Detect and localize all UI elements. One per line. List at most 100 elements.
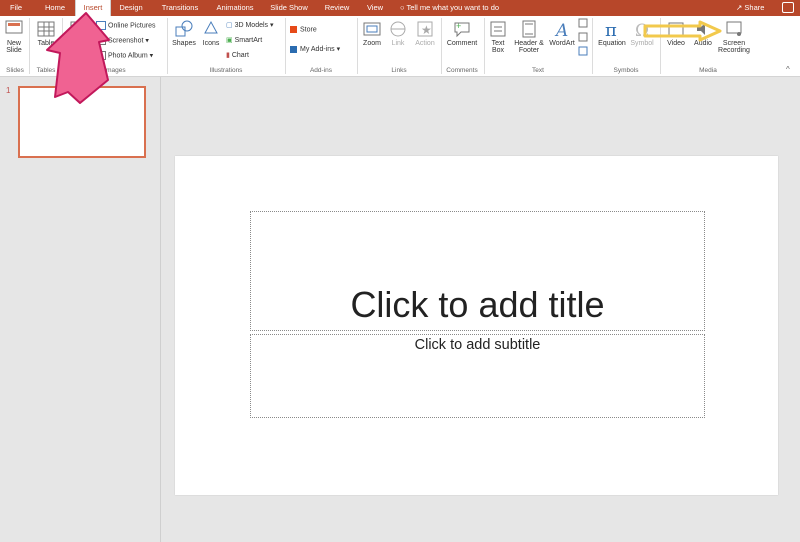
group-links-label: Links xyxy=(391,67,407,74)
addins-icon xyxy=(290,45,297,53)
screenshot-button[interactable]: Screenshot ▾ xyxy=(96,36,149,45)
separator xyxy=(357,18,358,74)
ribbon-tab-bar: File Home Insert Design Transitions Anim… xyxy=(0,0,800,17)
title-placeholder[interactable]: Click to add title xyxy=(250,211,705,331)
svg-text:A: A xyxy=(554,21,568,39)
comment-button[interactable]: + Comment xyxy=(444,19,480,47)
group-slides-label: Slides xyxy=(6,67,24,74)
audio-button[interactable]: Audio xyxy=(690,19,716,47)
tab-review[interactable]: Review xyxy=(320,0,354,16)
new-slide-icon xyxy=(5,20,23,34)
wordart-icon: A xyxy=(554,21,568,39)
slide-thumbnail[interactable] xyxy=(18,86,146,158)
collapse-ribbon-icon[interactable]: ^ xyxy=(786,65,790,74)
table-button[interactable]: Table xyxy=(33,19,59,47)
online-pictures-button[interactable]: Online Pictures xyxy=(96,21,155,30)
chart-icon: ▮ xyxy=(226,52,230,59)
online-pictures-icon xyxy=(96,21,106,30)
action-button[interactable]: ★ Action xyxy=(412,19,438,47)
share-icon: ↗ xyxy=(736,3,743,12)
store-button[interactable]: Store xyxy=(290,26,317,33)
comment-icon: + xyxy=(454,21,470,38)
chevron-down-icon: ▾ xyxy=(147,52,154,60)
online-pictures-label: Online Pictures xyxy=(108,22,156,30)
subtitle-placeholder-text: Click to add subtitle xyxy=(414,337,541,353)
table-label: Table xyxy=(37,40,55,47)
header-footer-button[interactable]: Header & Footer xyxy=(512,19,546,54)
symbol-button[interactable]: Ω Symbol xyxy=(628,19,656,47)
lightbulb-icon: ○ xyxy=(400,3,405,12)
screenshot-label: Screenshot xyxy=(108,37,144,45)
shapes-button[interactable]: Shapes xyxy=(170,19,198,47)
link-label: Link xyxy=(391,40,405,47)
slide-canvas: Click to add title Click to add subtitle xyxy=(175,156,778,495)
tell-me-text: Tell me what you want to do xyxy=(406,3,500,12)
tell-me-search[interactable]: ○ Tell me what you want to do xyxy=(400,0,499,16)
tab-design[interactable]: Design xyxy=(114,0,148,16)
zoom-button[interactable]: Zoom xyxy=(360,19,384,47)
icons-icon xyxy=(204,20,218,34)
wordart-label: WordArt xyxy=(549,40,575,47)
store-icon xyxy=(290,26,297,33)
tab-animations[interactable]: Animations xyxy=(210,0,260,16)
globe-link-icon xyxy=(390,21,406,37)
equation-button[interactable]: π Equation xyxy=(596,19,628,47)
shapes-label: Shapes xyxy=(172,40,196,47)
separator xyxy=(660,18,661,74)
comment-label: Comment xyxy=(446,40,478,47)
chevron-down-icon: ▾ xyxy=(334,46,341,53)
tab-view[interactable]: View xyxy=(360,0,390,16)
title-placeholder-text: Click to add title xyxy=(350,284,605,325)
slide-thumbnail-pane: 1 xyxy=(0,77,161,542)
tab-slide-show[interactable]: Slide Show xyxy=(266,0,312,16)
text-box-icon xyxy=(490,21,506,37)
subtitle-placeholder[interactable]: Click to add subtitle xyxy=(250,334,705,418)
3d-models-label: 3D Models xyxy=(234,22,269,29)
photo-album-button[interactable]: Photo Album ▾ xyxy=(96,51,153,60)
zoom-icon xyxy=(363,22,381,36)
share-button[interactable]: ↗ Share xyxy=(736,0,764,16)
star-action-icon: ★ xyxy=(417,21,433,37)
my-addins-label: My Add-ins xyxy=(300,46,335,53)
my-addins-button[interactable]: My Add-ins ▾ xyxy=(290,45,340,53)
chevron-down-icon: ▾ xyxy=(143,37,149,45)
new-slide-button[interactable]: New Slide xyxy=(2,19,26,54)
group-symbols-label: Symbols xyxy=(613,67,639,74)
zoom-label: Zoom xyxy=(363,40,381,47)
equation-label: Equation xyxy=(598,40,626,47)
symbol-label: Symbol xyxy=(630,40,654,47)
group-addins-label: Add-ins xyxy=(309,67,333,74)
separator xyxy=(62,18,63,74)
separator xyxy=(484,18,485,74)
chart-button[interactable]: ▮ Chart xyxy=(226,51,249,59)
tab-home[interactable]: Home xyxy=(38,0,72,16)
cube-icon: ▢ xyxy=(226,22,233,29)
date-time-button[interactable] xyxy=(578,18,588,30)
screen-recording-button[interactable]: Screen Recording xyxy=(716,19,752,54)
action-label: Action xyxy=(415,40,435,47)
tab-insert[interactable]: Insert xyxy=(75,0,111,17)
smartart-icon: ▣ xyxy=(226,37,233,44)
chart-label: Chart xyxy=(231,52,249,59)
separator xyxy=(441,18,442,74)
3d-models-button[interactable]: ▢ 3D Models ▾ xyxy=(226,21,274,29)
pictures-button[interactable] xyxy=(66,19,92,40)
pictures-icon xyxy=(70,21,88,37)
text-box-button[interactable]: Text Box xyxy=(487,19,509,54)
icons-button[interactable]: Icons xyxy=(199,19,223,47)
video-button[interactable]: Video xyxy=(663,19,689,47)
link-button[interactable]: Link xyxy=(386,19,410,47)
object-button[interactable] xyxy=(578,46,588,58)
group-text-label: Text xyxy=(532,67,544,74)
wordart-button[interactable]: A WordArt xyxy=(547,19,577,47)
svg-text:+: + xyxy=(456,21,461,31)
tab-file[interactable]: File xyxy=(4,0,28,16)
screenshot-icon xyxy=(96,36,106,45)
slide-number-button[interactable] xyxy=(578,32,588,44)
smartart-button[interactable]: ▣ SmartArt xyxy=(226,36,262,44)
separator xyxy=(29,18,30,74)
tab-transitions[interactable]: Transitions xyxy=(156,0,204,16)
comments-icon[interactable] xyxy=(782,2,794,13)
slide-thumbnail-number: 1 xyxy=(6,86,11,95)
separator xyxy=(592,18,593,74)
